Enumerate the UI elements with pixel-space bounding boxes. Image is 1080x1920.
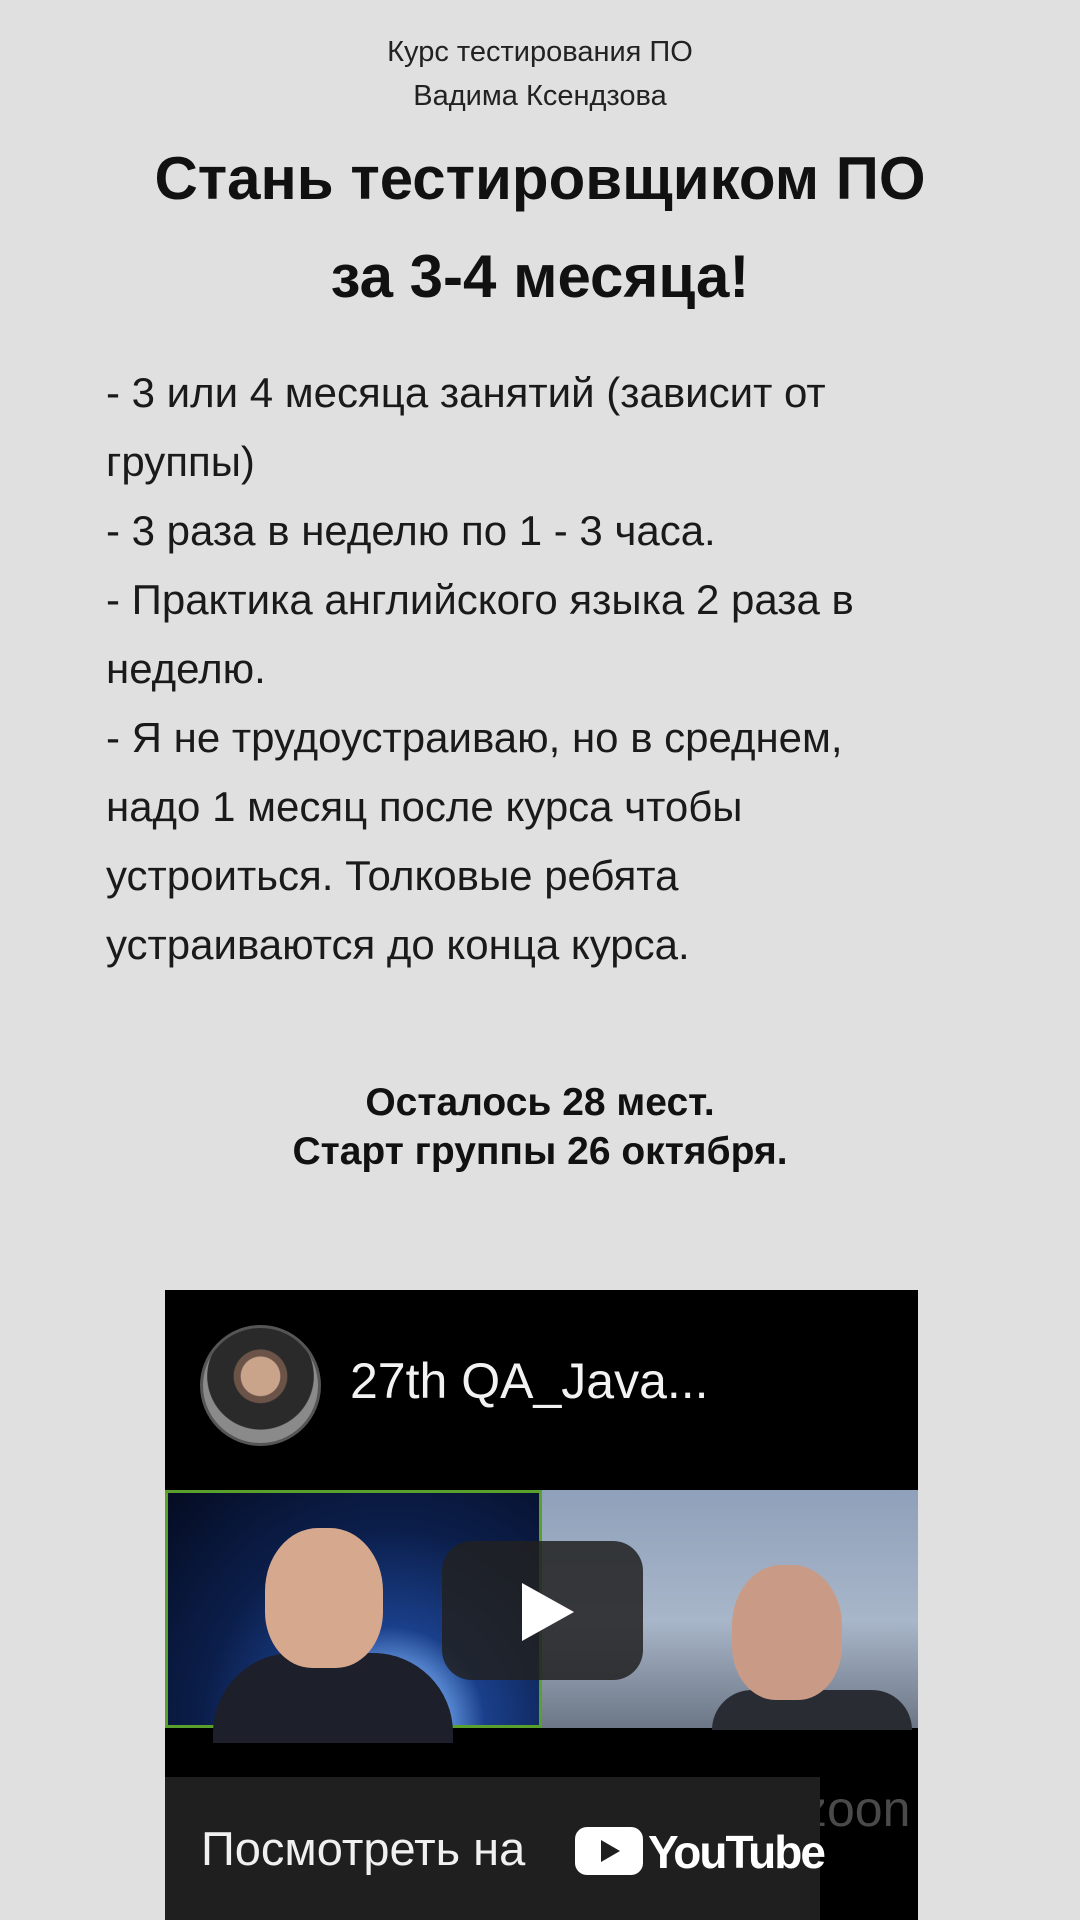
feature-line: устроиться. Толковые ребята bbox=[106, 852, 679, 899]
feature-line: группы) bbox=[106, 438, 255, 485]
enrollment-notice: Осталось 28 мест. Старт группы 26 октябр… bbox=[0, 1078, 1080, 1176]
course-features: - 3 или 4 месяца занятий (зависит от гру… bbox=[106, 358, 986, 979]
group-start-date: Старт группы 26 октября. bbox=[292, 1130, 788, 1173]
feature-line: - Практика английского языка 2 раза в bbox=[106, 576, 854, 623]
play-button[interactable] bbox=[442, 1541, 643, 1680]
page-headline: Стань тестировщиком ПО за 3-4 месяца! bbox=[0, 130, 1080, 326]
youtube-video-embed[interactable]: 27th QA_Java... zoon Посмотреть на YouTu… bbox=[165, 1290, 918, 1920]
feature-line: - 3 или 4 месяца занятий (зависит от bbox=[106, 369, 826, 416]
feature-line: - 3 раза в неделю по 1 - 3 часа. bbox=[106, 507, 716, 554]
seats-left: Осталось 28 мест. bbox=[365, 1081, 715, 1124]
watch-on-youtube-button[interactable]: Посмотреть на YouTube bbox=[165, 1777, 826, 1920]
video-header: 27th QA_Java... bbox=[165, 1290, 918, 1490]
youtube-badge-icon bbox=[575, 1827, 643, 1875]
feature-line: надо 1 месяц после курса чтобы bbox=[106, 783, 743, 830]
youtube-wordmark: YouTube bbox=[648, 1826, 826, 1878]
feature-line: устраиваются до конца курса. bbox=[106, 921, 690, 968]
headline-line-2: за 3-4 месяца! bbox=[330, 243, 750, 310]
channel-avatar[interactable] bbox=[200, 1325, 321, 1446]
watch-on-label: Посмотреть на bbox=[201, 1822, 526, 1875]
author-name: Вадима Ксендзова bbox=[413, 80, 667, 112]
feature-line: - Я не трудоустраиваю, но в среднем, bbox=[106, 714, 843, 761]
course-subtitle: Курс тестирования ПО Вадима Ксендзова bbox=[0, 30, 1080, 118]
youtube-logo-icon: YouTube bbox=[575, 1826, 826, 1879]
headline-line-1: Стань тестировщиком ПО bbox=[154, 145, 926, 212]
landing-page: Курс тестирования ПО Вадима Ксендзова Ст… bbox=[0, 0, 1080, 1920]
play-icon bbox=[522, 1583, 574, 1641]
course-name: Курс тестирования ПО bbox=[387, 36, 693, 68]
feature-line: неделю. bbox=[106, 645, 266, 692]
video-title[interactable]: 27th QA_Java... bbox=[350, 1352, 709, 1410]
